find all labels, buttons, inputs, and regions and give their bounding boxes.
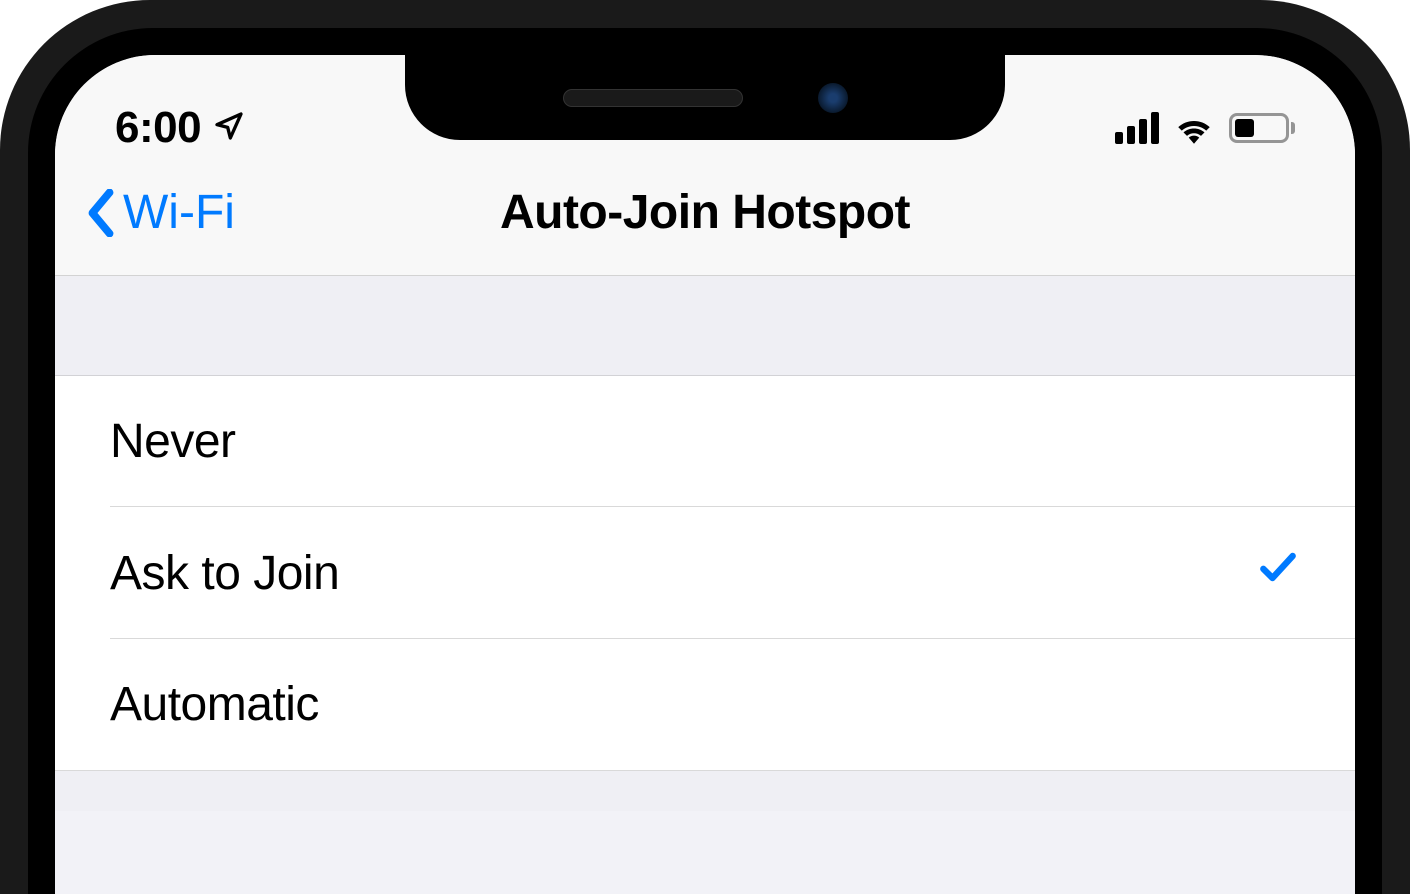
option-label: Ask to Join (110, 546, 339, 601)
status-time: 6:00 (115, 103, 201, 153)
page-title: Auto-Join Hotspot (500, 185, 910, 240)
status-left: 6:00 (115, 103, 245, 153)
section-spacer (55, 276, 1355, 376)
status-right (1115, 112, 1295, 144)
location-icon (213, 103, 245, 153)
speaker-grille (563, 89, 743, 107)
front-camera (818, 83, 848, 113)
checkmark-icon (1256, 545, 1300, 601)
navigation-bar: Wi-Fi Auto-Join Hotspot (55, 165, 1355, 276)
content-area: Never Ask to Join Automatic (55, 276, 1355, 811)
option-automatic[interactable]: Automatic (55, 639, 1355, 771)
wifi-icon (1173, 112, 1215, 144)
back-label: Wi-Fi (123, 185, 235, 240)
options-list: Never Ask to Join Automatic (55, 376, 1355, 771)
option-label: Never (110, 414, 236, 469)
option-label: Automatic (110, 677, 319, 732)
notch (405, 55, 1005, 140)
battery-icon (1229, 113, 1295, 143)
section-spacer-end (55, 771, 1355, 811)
back-button[interactable]: Wi-Fi (85, 185, 235, 240)
option-never[interactable]: Never (55, 376, 1355, 507)
cellular-signal-icon (1115, 112, 1159, 144)
option-ask-to-join[interactable]: Ask to Join (55, 507, 1355, 639)
screen: 6:00 (55, 55, 1355, 894)
phone-body: 6:00 (0, 0, 1410, 894)
chevron-left-icon (85, 189, 117, 237)
device-frame: 6:00 (0, 0, 1410, 894)
